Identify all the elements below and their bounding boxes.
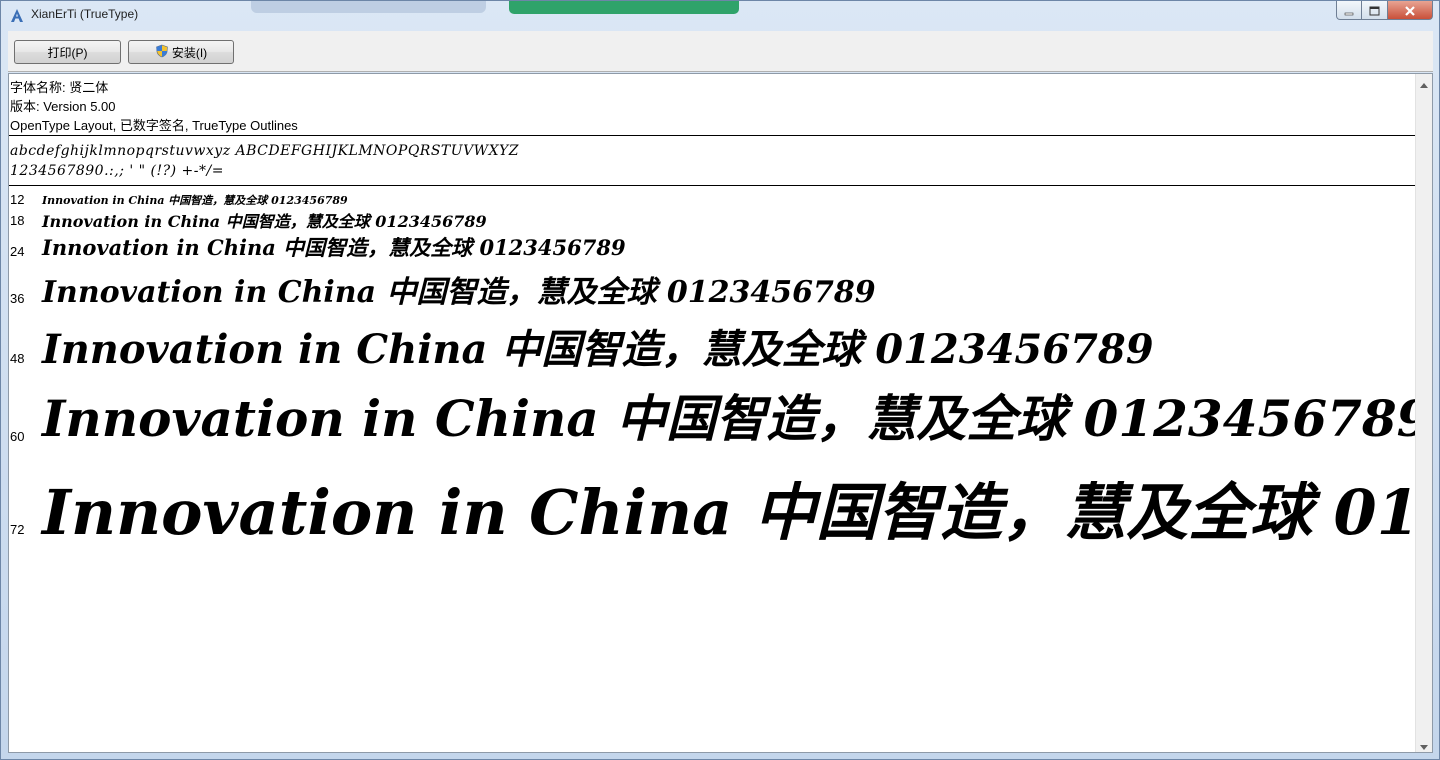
sample-text: Innovation in China 中国智造，慧及全球 0123456789 xyxy=(42,476,1417,549)
toolbar: 打印(P) 安装(I) xyxy=(8,31,1433,72)
sample-text: Innovation in China 中国智造，慧及全球 0123456789 xyxy=(42,235,626,260)
info-separator xyxy=(9,135,1417,136)
size-label: 12 xyxy=(10,192,25,207)
sample-text: Innovation in China 中国智造，慧及全球 0123456789 xyxy=(42,212,487,231)
install-button[interactable]: 安装(I) xyxy=(128,40,234,64)
background-window-edge xyxy=(251,1,486,13)
print-button[interactable]: 打印(P) xyxy=(14,40,121,64)
preview-row: 60 Innovation in China 中国智造，慧及全球 0123456… xyxy=(9,376,1417,456)
vertical-scrollbar[interactable] xyxy=(1415,74,1432,752)
size-label: 18 xyxy=(10,213,25,228)
sample-text: Innovation in China 中国智造，慧及全球 0123456789 xyxy=(42,194,348,207)
size-label: 24 xyxy=(10,244,25,259)
scroll-down-arrow-icon xyxy=(1420,735,1428,753)
shield-icon xyxy=(155,44,169,61)
charset-digits-symbols: 1234567890.:,; ' " (!?) +-*/= xyxy=(10,163,224,179)
install-button-label: 安装(I) xyxy=(171,45,208,60)
font-name-line: 字体名称: 贤二体 xyxy=(10,80,109,95)
font-version-line: 版本: Version 5.00 xyxy=(10,99,116,114)
preview-row: 18 Innovation in China 中国智造，慧及全球 0123456… xyxy=(9,208,1417,234)
window-title: XianErTi (TrueType) xyxy=(31,7,139,21)
minimize-button[interactable] xyxy=(1336,1,1362,20)
sample-text: Innovation in China 中国智造，慧及全球 0123456789 xyxy=(42,326,1154,373)
size-label: 36 xyxy=(10,291,25,306)
window-controls xyxy=(1336,1,1433,21)
preview-row: 12 Innovation in China 中国智造，慧及全球 0123456… xyxy=(9,190,1417,208)
charset-separator xyxy=(9,185,1417,186)
maximize-icon xyxy=(1369,1,1380,20)
background-window-edge-green xyxy=(509,1,739,14)
size-label: 72 xyxy=(10,522,25,537)
close-icon xyxy=(1404,1,1416,20)
font-type-line: OpenType Layout, 已数字签名, TrueType Outline… xyxy=(10,118,298,133)
size-label: 60 xyxy=(10,429,25,444)
sample-text: Innovation in China 中国智造，慧及全球 0123456789 xyxy=(42,275,876,310)
font-viewer-window: XianErTi (TrueType) 打印(P) 安装(I) 字体名称: 贤二… xyxy=(0,0,1440,760)
preview-row: 72 Innovation in China 中国智造，慧及全球 0123456… xyxy=(9,456,1417,552)
preview-row: 36 Innovation in China 中国智造，慧及全球 0123456… xyxy=(9,264,1417,314)
preview-row: 24 Innovation in China 中国智造，慧及全球 0123456… xyxy=(9,232,1417,266)
scroll-up-arrow-icon xyxy=(1420,74,1428,92)
sample-text: Innovation in China 中国智造，慧及全球 0123456789 xyxy=(42,389,1417,448)
title-bar[interactable]: XianErTi (TrueType) xyxy=(1,1,1439,31)
charset-letters: abcdefghijklmnopqrstuvwxyz ABCDEFGHIJKLM… xyxy=(10,143,520,159)
close-button[interactable] xyxy=(1388,1,1433,20)
preview-row: 48 Innovation in China 中国智造，慧及全球 0123456… xyxy=(9,314,1417,376)
font-file-icon xyxy=(9,8,25,24)
minimize-icon xyxy=(1344,1,1354,20)
font-preview-area[interactable]: 字体名称: 贤二体 版本: Version 5.00 OpenType Layo… xyxy=(8,73,1433,753)
scroll-down-button[interactable] xyxy=(1416,736,1432,752)
size-label: 48 xyxy=(10,351,25,366)
scroll-up-button[interactable] xyxy=(1416,74,1432,90)
maximize-button[interactable] xyxy=(1362,1,1388,20)
print-button-label: 打印(P) xyxy=(47,45,88,60)
